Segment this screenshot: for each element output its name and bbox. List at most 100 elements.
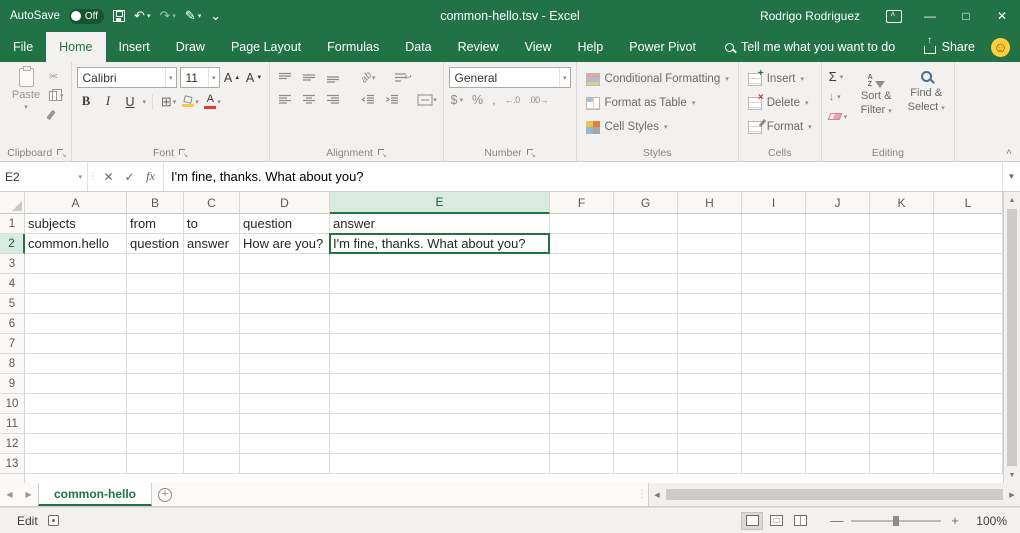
cell-G8[interactable] [614, 354, 678, 374]
enter-entry-button[interactable]: ✓ [119, 170, 140, 184]
zoom-slider[interactable] [851, 520, 941, 522]
scroll-right-icon[interactable]: ▶ [1004, 491, 1020, 499]
cell-E11[interactable] [330, 414, 550, 434]
user-name[interactable]: Rodrigo Rodriguez [760, 9, 860, 23]
align-left-button[interactable] [275, 91, 296, 108]
increase-font-size-button[interactable]: A▲ [223, 68, 242, 87]
cell-L4[interactable] [934, 274, 1003, 294]
cell-K3[interactable] [870, 254, 934, 274]
cell-A6[interactable] [25, 314, 127, 334]
feedback-smiley-button[interactable]: ☺ [991, 38, 1010, 57]
cell-I9[interactable] [742, 374, 806, 394]
cell-E3[interactable] [330, 254, 550, 274]
underline-button[interactable]: U [121, 92, 140, 111]
align-center-button[interactable] [299, 91, 320, 108]
ribbon-tab-view[interactable]: View [512, 32, 565, 62]
row-header-12[interactable]: 12 [0, 434, 25, 454]
column-header-C[interactable]: C [184, 192, 240, 214]
cell-K1[interactable] [870, 214, 934, 234]
cell-I7[interactable] [742, 334, 806, 354]
cell-B1[interactable]: from [127, 214, 184, 234]
cell-D4[interactable] [240, 274, 330, 294]
cell-J2[interactable] [806, 234, 870, 254]
cell-H11[interactable] [678, 414, 742, 434]
cell-H1[interactable] [678, 214, 742, 234]
maximize-button[interactable]: □ [948, 0, 984, 32]
ribbon-display-options-button[interactable] [876, 0, 912, 32]
cell-K10[interactable] [870, 394, 934, 414]
decrease-indent-button[interactable] [358, 91, 379, 108]
cell-A8[interactable] [25, 354, 127, 374]
paste-button[interactable]: Paste ▾ [7, 66, 45, 111]
ribbon-tab-help[interactable]: Help [565, 32, 617, 62]
font-size-select[interactable]: 11 ▾ [180, 67, 220, 88]
cancel-entry-button[interactable]: ✕ [98, 170, 119, 184]
italic-button[interactable]: I [99, 92, 118, 111]
number-dialog-launcher[interactable] [527, 149, 535, 157]
cell-H5[interactable] [678, 294, 742, 314]
cell-A9[interactable] [25, 374, 127, 394]
bold-button[interactable]: B [77, 92, 96, 111]
cell-C6[interactable] [184, 314, 240, 334]
cell-E2[interactable]: I'm fine, thanks. What about you? [330, 234, 550, 254]
cell-H4[interactable] [678, 274, 742, 294]
share-button[interactable]: Share [924, 40, 975, 54]
cell-B2[interactable]: question [127, 234, 184, 254]
cell-I2[interactable] [742, 234, 806, 254]
zoom-in-button[interactable]: + [948, 513, 962, 528]
cell-I13[interactable] [742, 454, 806, 474]
cell-F5[interactable] [550, 294, 614, 314]
zoom-out-button[interactable]: — [830, 513, 844, 528]
sort-filter-button[interactable]: AZ Sort &Filter ▾ [853, 66, 899, 118]
cell-A4[interactable] [25, 274, 127, 294]
cell-D9[interactable] [240, 374, 330, 394]
cell-C7[interactable] [184, 334, 240, 354]
ribbon-tab-page-layout[interactable]: Page Layout [218, 32, 314, 62]
cell-J11[interactable] [806, 414, 870, 434]
cell-K12[interactable] [870, 434, 934, 454]
cell-J8[interactable] [806, 354, 870, 374]
cell-A5[interactable] [25, 294, 127, 314]
cell-I3[interactable] [742, 254, 806, 274]
column-header-A[interactable]: A [25, 192, 127, 214]
close-button[interactable]: ✕ [984, 0, 1020, 32]
row-header-4[interactable]: 4 [0, 274, 25, 294]
format-painter-button[interactable] [47, 106, 66, 123]
cell-C12[interactable] [184, 434, 240, 454]
scroll-left-icon[interactable]: ◀ [649, 491, 665, 499]
vertical-scroll-thumb[interactable] [1007, 209, 1017, 466]
cell-G4[interactable] [614, 274, 678, 294]
scroll-down-icon[interactable]: ▼ [1004, 467, 1020, 483]
tab-scrollbar-splitter[interactable]: ⋮ [636, 483, 648, 506]
cell-D13[interactable] [240, 454, 330, 474]
pen-button[interactable]: ✎▾ [185, 8, 201, 24]
cell-E5[interactable] [330, 294, 550, 314]
font-color-button[interactable]: A▾ [203, 92, 222, 111]
cell-G6[interactable] [614, 314, 678, 334]
cell-F1[interactable] [550, 214, 614, 234]
cell-G9[interactable] [614, 374, 678, 394]
wrap-text-button[interactable]: ↩ [393, 69, 414, 86]
column-header-H[interactable]: H [678, 192, 742, 214]
cell-L11[interactable] [934, 414, 1003, 434]
cell-A7[interactable] [25, 334, 127, 354]
cell-F9[interactable] [550, 374, 614, 394]
cell-G11[interactable] [614, 414, 678, 434]
cell-J3[interactable] [806, 254, 870, 274]
cell-I8[interactable] [742, 354, 806, 374]
cell-H10[interactable] [678, 394, 742, 414]
cell-F8[interactable] [550, 354, 614, 374]
cell-I11[interactable] [742, 414, 806, 434]
cell-G1[interactable] [614, 214, 678, 234]
cell-L12[interactable] [934, 434, 1003, 454]
cell-C9[interactable] [184, 374, 240, 394]
cell-D3[interactable] [240, 254, 330, 274]
undo-button[interactable]: ↶▾ [134, 8, 150, 24]
fill-color-button[interactable]: ▾ [181, 92, 200, 111]
cell-E1[interactable]: answer [330, 214, 550, 234]
ribbon-tab-review[interactable]: Review [445, 32, 512, 62]
cell-I10[interactable] [742, 394, 806, 414]
cell-E12[interactable] [330, 434, 550, 454]
autosave-toggle[interactable]: Off [69, 9, 104, 24]
cell-B4[interactable] [127, 274, 184, 294]
